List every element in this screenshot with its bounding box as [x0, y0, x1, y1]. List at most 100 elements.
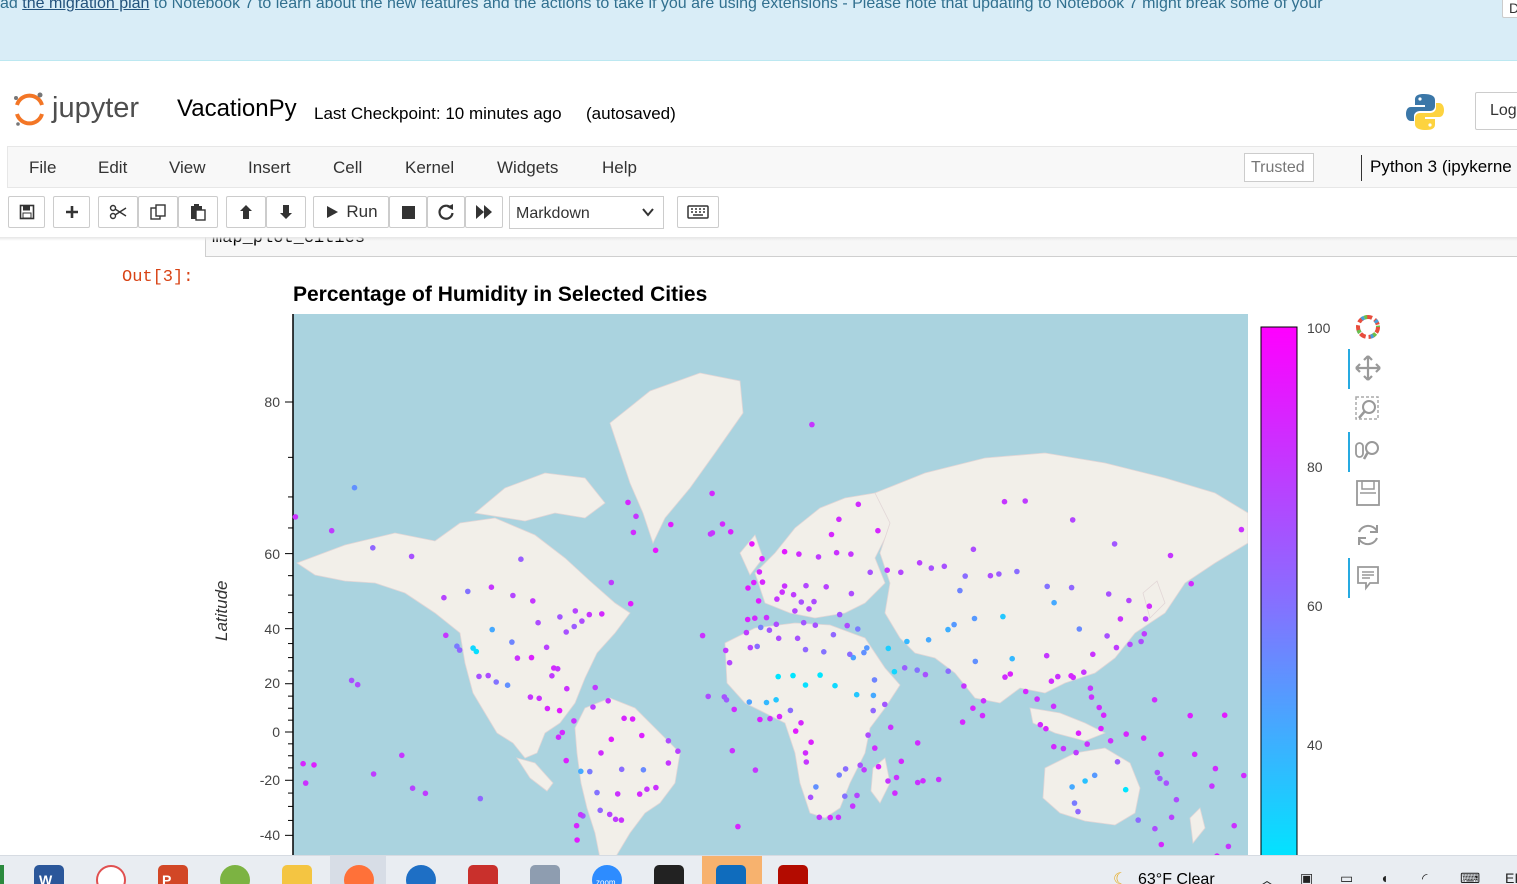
city-point[interactable]	[473, 648, 480, 655]
city-point[interactable]	[790, 591, 797, 598]
city-point[interactable]	[794, 635, 801, 642]
city-point[interactable]	[488, 584, 495, 590]
city-point[interactable]	[870, 707, 876, 714]
city-point[interactable]	[854, 792, 860, 799]
city-point[interactable]	[959, 719, 966, 725]
city-point[interactable]	[914, 667, 920, 673]
city-point[interactable]	[836, 611, 843, 618]
city-point[interactable]	[509, 639, 515, 645]
city-point[interactable]	[1043, 652, 1050, 659]
city-point[interactable]	[1076, 626, 1083, 632]
city-point[interactable]	[945, 668, 951, 674]
city-point[interactable]	[535, 619, 541, 626]
city-point[interactable]	[803, 582, 809, 589]
city-point[interactable]	[1055, 673, 1061, 680]
city-point[interactable]	[1138, 638, 1144, 645]
migration-plan-link[interactable]: the migration plan	[22, 0, 149, 12]
city-point[interactable]	[605, 698, 611, 704]
city-point[interactable]	[719, 521, 726, 527]
city-point[interactable]	[729, 747, 736, 754]
city-point[interactable]	[1104, 633, 1110, 639]
city-point[interactable]	[518, 556, 524, 562]
city-point[interactable]	[935, 776, 942, 783]
menu-help[interactable]: Help	[602, 158, 637, 178]
city-point[interactable]	[766, 627, 773, 633]
command-palette-button[interactable]	[677, 196, 719, 228]
city-point[interactable]	[1044, 583, 1050, 590]
city-point[interactable]	[832, 682, 838, 689]
city-point[interactable]	[901, 665, 908, 671]
city-point[interactable]	[530, 598, 536, 604]
city-point[interactable]	[763, 614, 770, 621]
city-point[interactable]	[957, 587, 963, 594]
city-point[interactable]	[1126, 597, 1132, 604]
city-point[interactable]	[571, 623, 577, 630]
city-point[interactable]	[636, 791, 643, 797]
city-point[interactable]	[629, 716, 636, 722]
city-point[interactable]	[914, 740, 921, 746]
city-point[interactable]	[586, 611, 593, 618]
city-point[interactable]	[815, 554, 822, 560]
city-point[interactable]	[882, 701, 888, 708]
city-point[interactable]	[798, 599, 805, 605]
city-point[interactable]	[1075, 730, 1082, 736]
city-point[interactable]	[1141, 631, 1148, 637]
city-point[interactable]	[842, 793, 848, 799]
city-point[interactable]	[422, 790, 429, 797]
city-point[interactable]	[1188, 580, 1194, 587]
city-point[interactable]	[1122, 786, 1129, 793]
weather-widget[interactable]: 63°F Clear	[1138, 871, 1215, 884]
city-point[interactable]	[970, 546, 977, 553]
city-point[interactable]	[751, 579, 757, 586]
city-point[interactable]	[606, 811, 613, 818]
city-point[interactable]	[775, 635, 782, 642]
speaker-icon[interactable]: ◖	[1380, 870, 1388, 884]
city-point[interactable]	[578, 768, 584, 775]
city-point[interactable]	[608, 736, 615, 743]
city-point[interactable]	[633, 513, 639, 520]
city-point[interactable]	[848, 590, 855, 597]
app-icon[interactable]	[530, 865, 560, 884]
city-point[interactable]	[563, 757, 569, 764]
interrupt-button[interactable]	[389, 196, 427, 228]
city-point[interactable]	[1113, 644, 1120, 651]
city-point[interactable]	[892, 790, 898, 796]
hover-tool[interactable]	[1352, 561, 1384, 593]
city-point[interactable]	[847, 651, 853, 658]
acrobat-icon[interactable]	[778, 865, 808, 884]
city-point[interactable]	[640, 767, 647, 773]
outlook-icon[interactable]	[716, 865, 746, 884]
city-point[interactable]	[618, 817, 625, 823]
city-point[interactable]	[972, 658, 979, 665]
city-point[interactable]	[1187, 712, 1193, 719]
city-point[interactable]	[665, 738, 672, 744]
scatter-map-plot[interactable]	[285, 313, 1250, 855]
city-point[interactable]	[292, 514, 299, 520]
city-point[interactable]	[579, 618, 585, 624]
city-point[interactable]	[477, 795, 484, 802]
language-indicator[interactable]: EI	[1505, 870, 1517, 884]
city-point[interactable]	[807, 794, 814, 801]
city-point[interactable]	[302, 780, 309, 786]
city-point[interactable]	[587, 768, 593, 775]
city-point[interactable]	[803, 759, 810, 765]
city-point[interactable]	[864, 645, 870, 651]
city-point[interactable]	[844, 622, 850, 629]
city-point[interactable]	[916, 560, 923, 566]
pan-tool[interactable]	[1352, 352, 1384, 384]
city-point[interactable]	[800, 619, 807, 626]
city-point[interactable]	[348, 677, 355, 684]
city-point[interactable]	[809, 421, 815, 428]
city-point[interactable]	[1151, 697, 1158, 703]
city-point[interactable]	[1140, 735, 1147, 741]
city-point[interactable]	[618, 766, 625, 773]
city-point[interactable]	[811, 598, 817, 605]
city-point[interactable]	[759, 555, 765, 562]
city-point[interactable]	[592, 684, 598, 691]
city-point[interactable]	[709, 490, 715, 497]
city-point[interactable]	[1007, 671, 1014, 677]
city-point[interactable]	[1241, 772, 1247, 779]
city-point[interactable]	[644, 786, 650, 792]
trusted-indicator[interactable]: Trusted	[1244, 153, 1314, 182]
wheel-zoom-tool[interactable]	[1352, 435, 1384, 467]
